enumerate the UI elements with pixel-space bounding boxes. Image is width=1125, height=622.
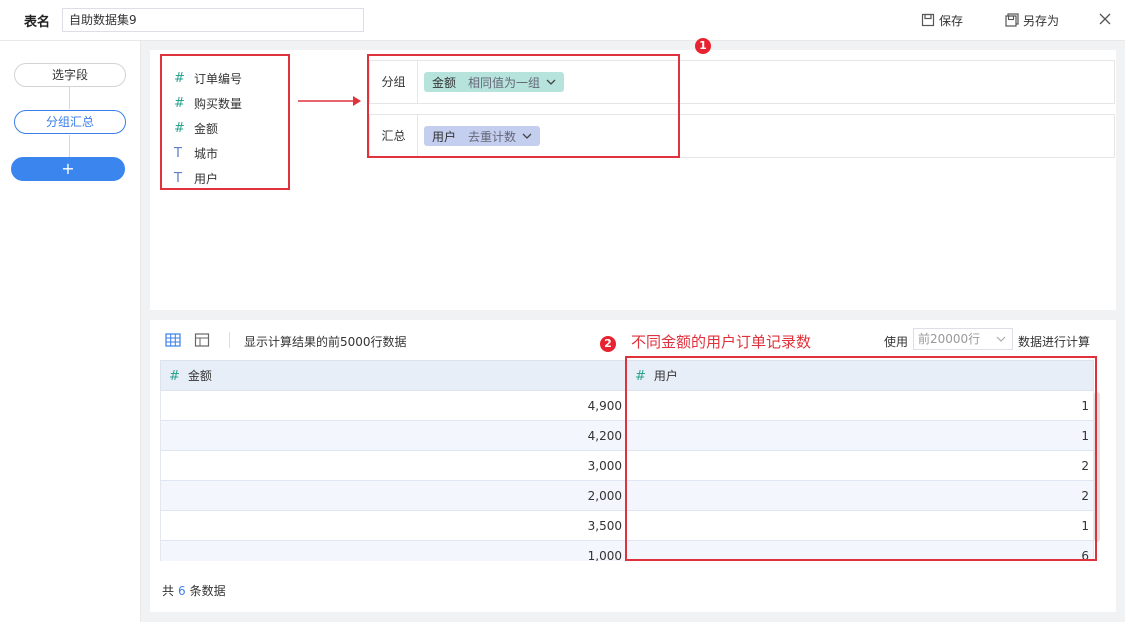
callout-badge-1: 1	[695, 38, 711, 54]
cell-amount: 4,200	[160, 420, 627, 451]
save-as-icon	[1005, 13, 1019, 27]
arrow-right-icon	[298, 96, 361, 106]
record-count: 共 6 条数据	[162, 582, 226, 599]
save-icon	[921, 13, 935, 27]
step-sidebar: 选字段 分组汇总 +	[0, 41, 141, 622]
config-panel: # 订单编号 # 购买数量 # 金额 T 城市 T 用户 分组 金额 相同值为一…	[150, 38, 1116, 310]
cell-amount: 3,000	[160, 450, 627, 481]
field-list-highlight	[160, 54, 290, 190]
save-button[interactable]: 保存	[921, 11, 963, 29]
record-count-suffix: 条数据	[189, 584, 226, 598]
table-name-label: 表名	[24, 15, 51, 30]
step-connector	[69, 87, 70, 109]
top-bar: 表名 自助数据集9 保存 另存为	[0, 0, 1125, 41]
save-as-label: 另存为	[1023, 13, 1060, 28]
record-count-prefix: 共	[162, 584, 175, 598]
close-icon[interactable]	[1098, 12, 1112, 26]
cell-amount: 1,000	[160, 540, 627, 561]
cell-amount: 4,900	[160, 390, 627, 421]
step-connector	[69, 135, 70, 157]
result-panel: 显示计算结果的前5000行数据 2 不同金额的用户订单记录数 使用 前20000…	[150, 320, 1116, 612]
number-column-icon: #	[169, 369, 180, 384]
main-area: # 订单编号 # 购买数量 # 金额 T 城市 T 用户 分组 金额 相同值为一…	[141, 38, 1125, 622]
step-select-fields[interactable]: 选字段	[14, 63, 126, 87]
record-count-value: 6	[178, 584, 186, 598]
cell-amount: 3,500	[160, 510, 627, 541]
column-header-amount[interactable]: # 金额	[160, 360, 627, 391]
step-group-summary[interactable]: 分组汇总	[14, 110, 126, 134]
save-label: 保存	[939, 13, 964, 28]
users-column-highlight	[625, 356, 1097, 561]
table-name-input[interactable]: 自助数据集9	[62, 8, 364, 32]
save-as-button[interactable]: 另存为	[1005, 11, 1059, 29]
add-step-button[interactable]: +	[11, 157, 125, 181]
column-header-label: 金额	[187, 369, 212, 383]
config-highlight	[367, 54, 680, 158]
cell-amount: 2,000	[160, 480, 627, 511]
